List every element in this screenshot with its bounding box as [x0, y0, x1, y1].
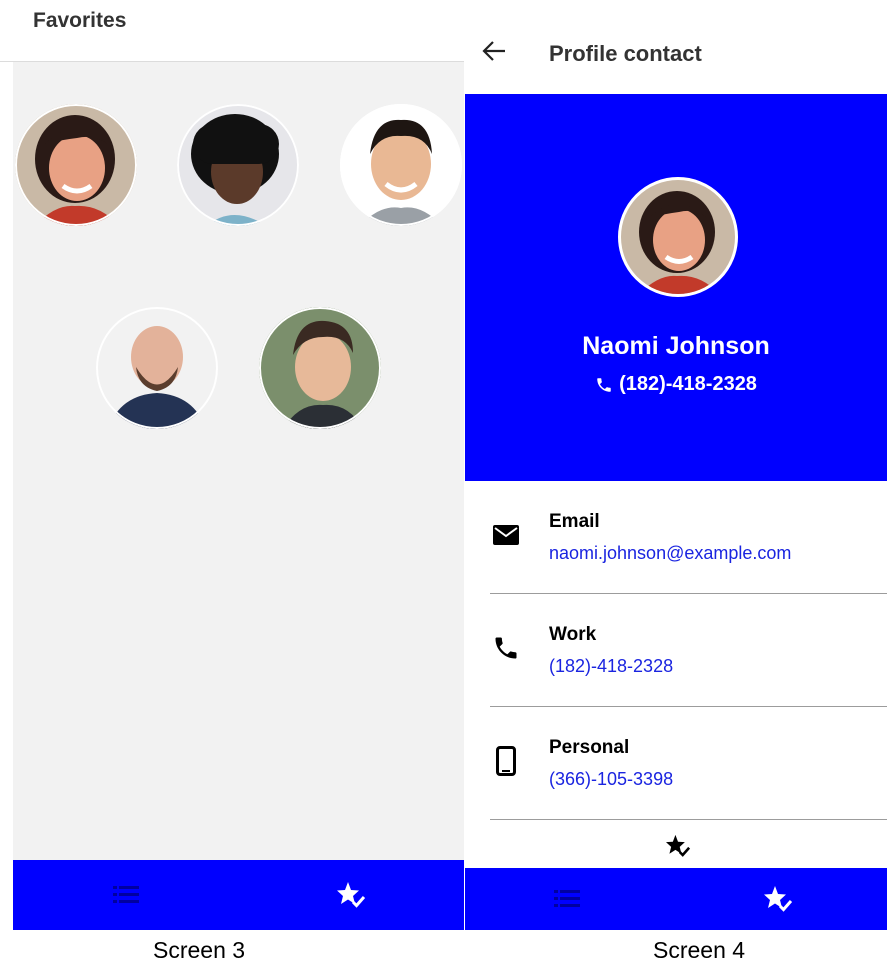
avatar-woman-1: [621, 180, 735, 294]
nav-favorites[interactable]: [669, 868, 887, 930]
detail-row-work[interactable]: Work (182)-418-2328: [490, 594, 887, 707]
favorites-screen: Favorites: [0, 0, 464, 930]
screen-caption: Screen 4: [653, 937, 746, 963]
nav-favorites[interactable]: [238, 860, 464, 930]
profile-app-bar: Profile contact: [465, 0, 887, 94]
nav-contacts-list[interactable]: [465, 868, 669, 930]
page-title: Favorites: [33, 9, 127, 32]
contact-phone-line: (182)-418-2328: [465, 373, 887, 396]
favorite-avatar[interactable]: [15, 104, 137, 226]
screen-caption: Screen 3: [153, 937, 246, 963]
mobile-phone-icon: [490, 745, 522, 777]
bottom-nav-bar: [13, 860, 464, 930]
detail-label: Email: [549, 511, 600, 532]
phone-icon: [597, 377, 611, 392]
contact-phone: (182)-418-2328: [619, 373, 757, 395]
star-check-icon: [764, 886, 793, 912]
profile-header: Naomi Johnson (182)-418-2328: [465, 94, 887, 481]
contact-name: Naomi Johnson: [582, 332, 770, 360]
favorite-avatar[interactable]: [96, 307, 218, 429]
phone-icon: [490, 632, 522, 664]
profile-contact-screen: Profile contact Naomi Johnson (182)-418-…: [465, 0, 887, 930]
favorite-avatar[interactable]: [259, 307, 381, 429]
list-icon: [112, 886, 139, 903]
email-link[interactable]: naomi.johnson@example.com: [549, 543, 791, 564]
avatar: [618, 177, 738, 297]
back-button[interactable]: [481, 38, 507, 64]
star-check-icon: [337, 882, 366, 908]
detail-label: Work: [549, 624, 597, 645]
detail-label: Personal: [549, 737, 630, 758]
page-title: Profile contact: [549, 41, 702, 66]
favorite-avatar[interactable]: [177, 104, 299, 226]
personal-phone-link[interactable]: (366)-105-3398: [549, 769, 673, 790]
nav-contacts-list[interactable]: [13, 860, 238, 930]
work-phone-link[interactable]: (182)-418-2328: [549, 656, 673, 677]
arrow-left-icon: [482, 41, 505, 61]
mail-icon: [490, 519, 522, 551]
detail-row-personal[interactable]: Personal (366)-105-3398: [490, 707, 887, 820]
list-icon: [554, 890, 580, 907]
star-check-icon: [666, 834, 691, 857]
favorites-app-bar: Favorites: [0, 0, 464, 62]
favorite-avatar[interactable]: [340, 104, 462, 226]
toggle-favorite-button[interactable]: [665, 834, 691, 860]
bottom-nav-bar: [465, 868, 887, 930]
detail-row-email[interactable]: Email naomi.johnson@example.com: [490, 481, 887, 594]
